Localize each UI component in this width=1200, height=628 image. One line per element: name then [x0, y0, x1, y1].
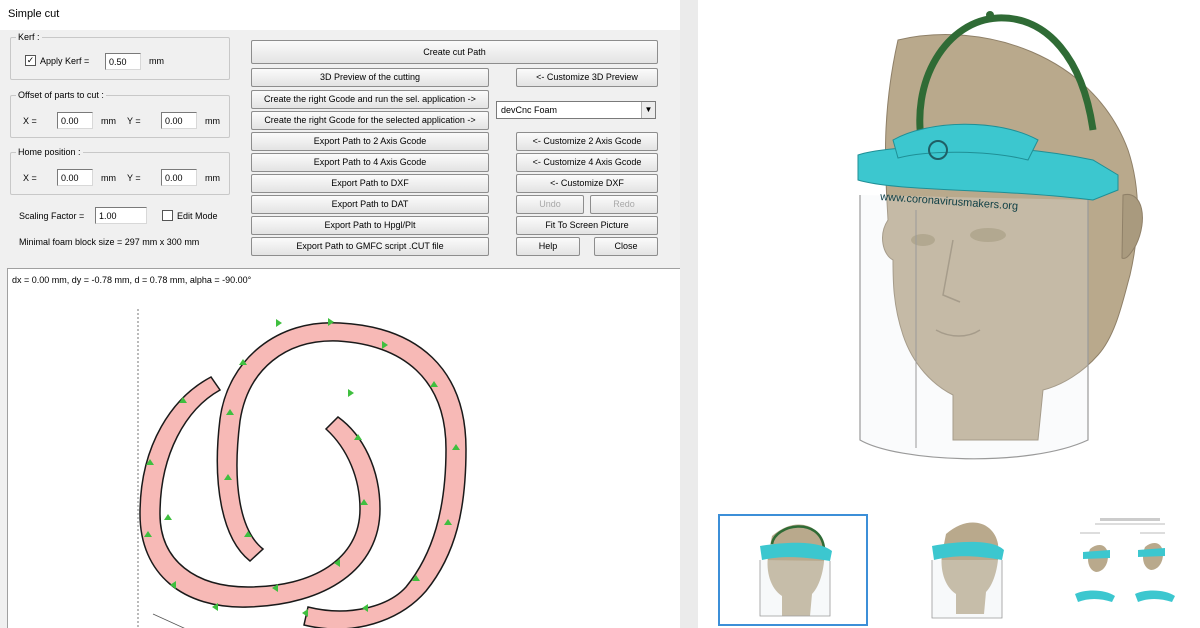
strap-knob	[986, 11, 994, 19]
direction-arrow	[302, 609, 308, 617]
apply-kerf-label: Apply Kerf =	[40, 56, 90, 66]
cut-path-drawing	[137, 309, 467, 628]
simple-cut-window: Simple cut Kerf : ✓ Apply Kerf = mm Offs…	[0, 0, 680, 628]
export-dat-button[interactable]: Export Path to DAT	[251, 195, 489, 214]
offset-x-label: X =	[23, 116, 37, 126]
offset-y-unit: mm	[205, 116, 220, 126]
thumbnail-image	[1075, 518, 1175, 602]
direction-arrow	[276, 319, 282, 327]
home-x-label: X =	[23, 173, 37, 183]
export-4axis-gcode-button[interactable]: Export Path to 4 Axis Gcode	[251, 153, 489, 172]
export-hpgl-button[interactable]: Export Path to Hpgl/Plt	[251, 216, 489, 235]
thumbnail-image	[931, 522, 1004, 619]
home-y-input[interactable]	[161, 169, 197, 186]
create-gcode-run-button[interactable]: Create the right Gcode and run the sel. …	[251, 90, 489, 109]
home-x-unit: mm	[101, 173, 116, 183]
window-titlebar: Simple cut	[0, 0, 680, 30]
edit-mode-label: Edit Mode	[177, 211, 218, 221]
settings-panel: Kerf : ✓ Apply Kerf = mm Offset of parts…	[0, 30, 680, 268]
redo-button[interactable]: Redo	[590, 195, 658, 214]
left-ring-shape	[139, 376, 381, 608]
home-y-unit: mm	[205, 173, 220, 183]
window-title: Simple cut	[8, 8, 60, 20]
offset-x-input[interactable]	[57, 112, 93, 129]
export-gmfc-button[interactable]: Export Path to GMFC script .CUT file	[251, 237, 489, 256]
ear	[1121, 194, 1143, 259]
thumbnail-instruction-sheet[interactable]	[1050, 514, 1200, 626]
direction-arrow	[164, 514, 172, 520]
offset-y-label: Y =	[127, 116, 141, 126]
create-gcode-selected-button[interactable]: Create the right Gcode for the selected …	[251, 111, 489, 130]
kerf-unit: mm	[149, 56, 164, 66]
application-select-value: devCnc Foam	[501, 105, 558, 115]
kerf-group: Kerf : ✓ Apply Kerf = mm	[10, 32, 230, 80]
preview-3d-button[interactable]: 3D Preview of the cutting	[251, 68, 489, 87]
kerf-input[interactable]	[105, 53, 141, 70]
home-x-input[interactable]	[57, 169, 93, 186]
cut-path-canvas[interactable]: dx = 0.00 mm, dy = -0.78 mm, d = 0.78 mm…	[7, 268, 680, 628]
origin-guide-line	[152, 613, 185, 628]
create-cut-path-button[interactable]: Create cut Path	[251, 40, 658, 64]
customize-4axis-gcode-button[interactable]: <- Customize 4 Axis Gcode	[516, 153, 658, 172]
export-2axis-gcode-button[interactable]: Export Path to 2 Axis Gcode	[251, 132, 489, 151]
offset-group: Offset of parts to cut : X = mm Y = mm	[10, 90, 230, 138]
thumbnail-front-view[interactable]	[718, 514, 868, 626]
customize-dxf-button[interactable]: <- Customize DXF	[516, 174, 658, 193]
customize-3d-preview-button[interactable]: <- Customize 3D Preview	[516, 68, 658, 87]
apply-kerf-checkbox[interactable]: ✓	[25, 55, 36, 66]
export-dxf-button[interactable]: Export Path to DXF	[251, 174, 489, 193]
scaling-factor-label: Scaling Factor =	[19, 211, 85, 221]
thumbnail-side-view[interactable]	[894, 514, 1044, 626]
clear-visor-shield	[859, 195, 1089, 460]
product-viewer: www.coronavirusmakers.org	[698, 0, 1200, 628]
direction-arrow	[348, 389, 354, 397]
offset-x-unit: mm	[101, 116, 116, 126]
edit-mode-checkbox[interactable]	[162, 210, 173, 221]
application-select[interactable]: devCnc Foam ▼	[496, 101, 656, 119]
offset-y-input[interactable]	[161, 112, 197, 129]
panel-divider	[680, 0, 698, 628]
fit-to-screen-button[interactable]: Fit To Screen Picture	[516, 216, 658, 235]
scaling-factor-input[interactable]	[95, 207, 147, 224]
close-button[interactable]: Close	[594, 237, 658, 256]
home-position-group: Home position : X = mm Y = mm	[10, 147, 230, 195]
kerf-group-label: Kerf :	[16, 32, 42, 42]
thumbnail-image	[759, 524, 832, 617]
face-shield-main-image[interactable]: www.coronavirusmakers.org	[698, 0, 1200, 480]
help-button[interactable]: Help	[516, 237, 580, 256]
foam-block-size: Minimal foam block size = 297 mm x 300 m…	[19, 237, 200, 247]
home-position-group-label: Home position :	[16, 147, 83, 157]
chevron-down-icon[interactable]: ▼	[641, 102, 655, 118]
home-y-label: Y =	[127, 173, 141, 183]
undo-button[interactable]: Undo	[516, 195, 584, 214]
customize-2axis-gcode-button[interactable]: <- Customize 2 Axis Gcode	[516, 132, 658, 151]
offset-group-label: Offset of parts to cut :	[16, 90, 106, 100]
